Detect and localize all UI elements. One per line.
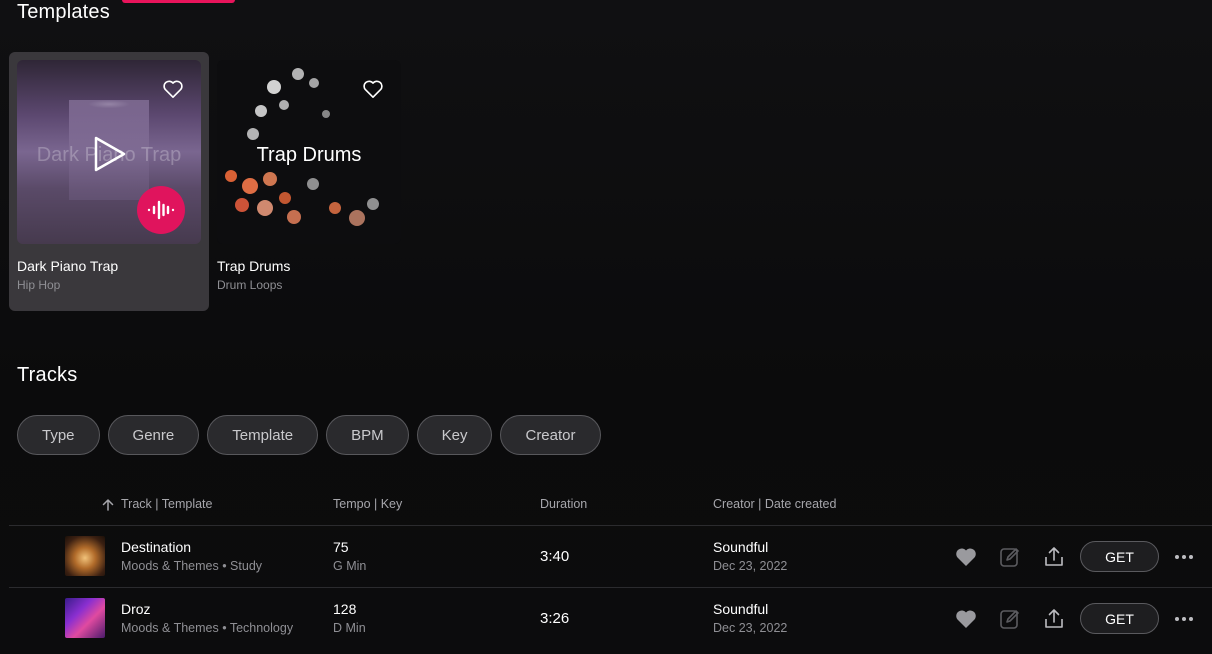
filter-chip-key[interactable]: Key bbox=[416, 415, 493, 455]
track-key: D Min bbox=[333, 621, 366, 635]
table-row[interactable]: Droz Moods & Themes • Technology 128 D M… bbox=[9, 587, 1212, 649]
edit-icon[interactable] bbox=[998, 545, 1022, 569]
table-row[interactable]: Destination Moods & Themes • Study 75 G … bbox=[9, 525, 1212, 587]
share-icon[interactable] bbox=[1042, 545, 1066, 569]
track-date: Dec 23, 2022 bbox=[713, 559, 788, 573]
share-icon[interactable] bbox=[1042, 607, 1066, 631]
more-horizontal-icon[interactable] bbox=[1174, 607, 1194, 631]
template-thumbnail[interactable]: Trap Drums bbox=[217, 60, 401, 244]
edit-icon[interactable] bbox=[998, 607, 1022, 631]
more-horizontal-icon[interactable] bbox=[1174, 545, 1194, 569]
template-card-trap-drums[interactable]: Trap Drums Trap Drums Drum Loops bbox=[209, 52, 409, 311]
heart-outline-icon[interactable] bbox=[162, 79, 184, 99]
heart-outline-icon[interactable] bbox=[362, 79, 384, 99]
track-creator: Soundful bbox=[713, 601, 769, 617]
template-genre: Hip Hop bbox=[17, 278, 61, 292]
filter-chip-genre[interactable]: Genre bbox=[107, 415, 200, 455]
heart-filled-icon[interactable] bbox=[954, 607, 978, 631]
column-header-tempo[interactable]: Tempo | Key bbox=[333, 497, 402, 511]
waveform-button[interactable] bbox=[137, 186, 185, 234]
waveform-icon bbox=[147, 200, 175, 220]
template-genre: Drum Loops bbox=[217, 278, 283, 292]
heart-filled-icon[interactable] bbox=[954, 545, 978, 569]
template-thumbnail[interactable]: Dark Piano Trap bbox=[17, 60, 201, 244]
column-header-duration[interactable]: Duration bbox=[540, 497, 587, 511]
templates-heading: Templates bbox=[17, 1, 110, 23]
play-icon[interactable] bbox=[93, 136, 127, 172]
template-name: Trap Drums bbox=[217, 258, 291, 274]
track-duration: 3:26 bbox=[540, 610, 570, 627]
track-tempo: 128 bbox=[333, 601, 357, 617]
track-title[interactable]: Droz bbox=[121, 601, 151, 617]
template-card-dark-piano-trap[interactable]: Dark Piano Trap Dark Piano Trap Hip Hop bbox=[9, 52, 209, 311]
get-button[interactable]: GET bbox=[1080, 541, 1159, 572]
accent-strip bbox=[122, 0, 235, 3]
track-artwork bbox=[65, 536, 105, 576]
track-creator: Soundful bbox=[713, 539, 769, 555]
tracks-heading: Tracks bbox=[17, 364, 78, 386]
track-date: Dec 23, 2022 bbox=[713, 621, 788, 635]
filter-chip-type[interactable]: Type bbox=[17, 415, 100, 455]
filter-chip-bpm[interactable]: BPM bbox=[326, 415, 409, 455]
filter-chip-template[interactable]: Template bbox=[207, 415, 319, 455]
table-header: Track | Template Tempo | Key Duration Cr… bbox=[0, 497, 1212, 513]
track-title[interactable]: Destination bbox=[121, 539, 191, 555]
track-tempo: 75 bbox=[333, 539, 349, 555]
template-thumbnail-title: Trap Drums bbox=[256, 144, 362, 166]
filter-chip-creator[interactable]: Creator bbox=[500, 415, 601, 455]
track-subtitle: Moods & Themes • Technology bbox=[121, 621, 294, 635]
sort-arrow-up-icon[interactable] bbox=[101, 498, 115, 512]
track-subtitle: Moods & Themes • Study bbox=[121, 559, 263, 573]
get-button[interactable]: GET bbox=[1080, 603, 1159, 634]
track-artwork bbox=[65, 598, 105, 638]
column-header-creator[interactable]: Creator | Date created bbox=[713, 497, 836, 511]
column-header-track[interactable]: Track | Template bbox=[121, 497, 212, 511]
track-duration: 3:40 bbox=[540, 548, 570, 565]
track-key: G Min bbox=[333, 559, 367, 573]
filter-bar: Type Genre Template BPM Key Creator bbox=[17, 415, 601, 455]
template-name: Dark Piano Trap bbox=[17, 258, 119, 274]
